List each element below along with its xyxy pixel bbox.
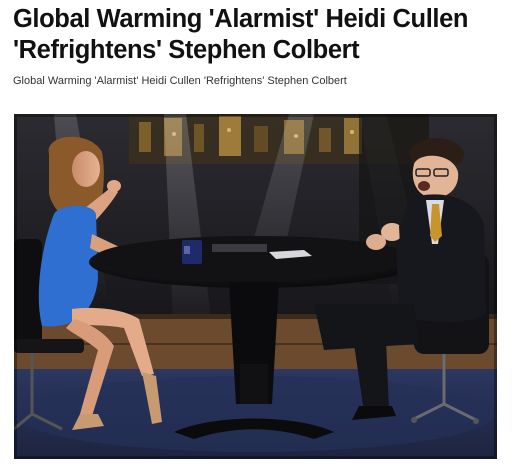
interview-scene-image [14,114,497,459]
video-still[interactable] [14,114,497,459]
article-headline: Global Warming 'Alarmist' Heidi Cullen '… [13,5,469,64]
article: Global Warming 'Alarmist' Heidi Cullen '… [0,0,517,469]
article-caption: Global Warming 'Alarmist' Heidi Cullen '… [13,75,347,87]
